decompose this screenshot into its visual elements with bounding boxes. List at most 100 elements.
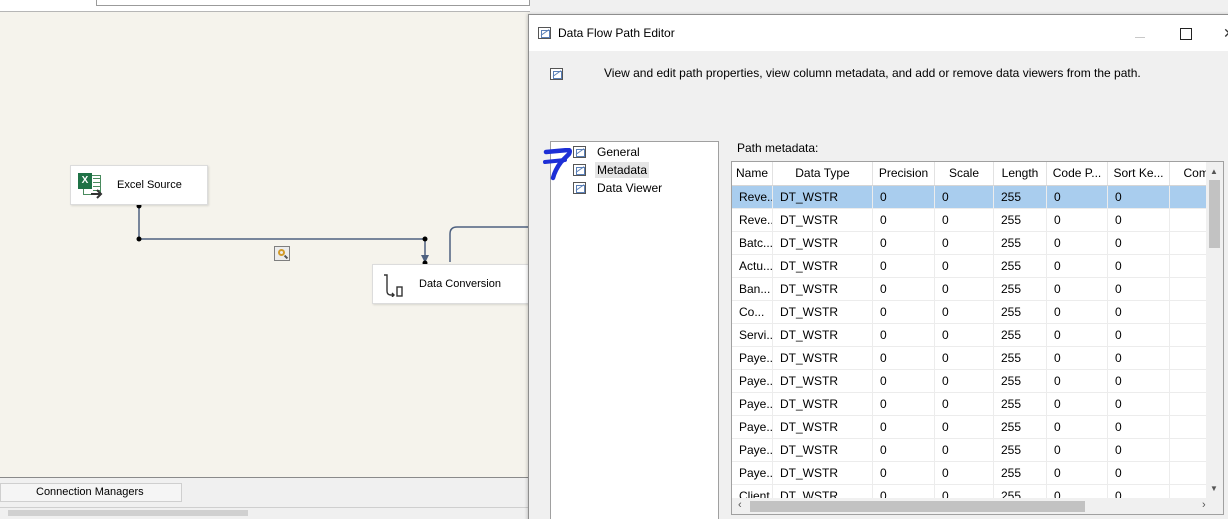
cell-data-type[interactable]: DT_WSTR	[773, 393, 873, 415]
cell-sort-key[interactable]: 0	[1108, 324, 1170, 346]
grid-vertical-scrollbar[interactable]: ▲ ▼	[1206, 162, 1223, 498]
cell-scale[interactable]: 0	[935, 255, 994, 277]
cell-scale[interactable]: 0	[935, 278, 994, 300]
title-bar[interactable]: Data Flow Path Editor ✕	[529, 15, 1228, 51]
cell-length[interactable]: 255	[994, 439, 1047, 461]
cell-sort-key[interactable]: 0	[1108, 255, 1170, 277]
cell-scale[interactable]: 0	[935, 439, 994, 461]
cell-code-page[interactable]: 0	[1047, 416, 1108, 438]
cell-sort-key[interactable]: 0	[1108, 232, 1170, 254]
column-header-precision[interactable]: Precision	[873, 162, 935, 185]
metadata-grid[interactable]: Name Data Type Precision Scale Length Co…	[731, 161, 1224, 515]
table-row[interactable]: Batc... DT_WSTR 0 0 255 0 0	[732, 232, 1223, 255]
cell-scale[interactable]: 0	[935, 209, 994, 231]
table-row[interactable]: Reve...DT_WSTR0025500	[732, 186, 1223, 209]
close-button[interactable]: ✕	[1217, 19, 1228, 47]
table-row[interactable]: Ban... DT_WSTR 0 0 255 0 0	[732, 278, 1223, 301]
designer-scrollbar-thumb[interactable]	[8, 510, 248, 516]
cell-sort-key[interactable]: 0	[1108, 462, 1170, 484]
cell-data-type[interactable]: DT_WSTR	[773, 232, 873, 254]
table-row[interactable]: Paye... DT_WSTR 0 0 255 0 0	[732, 439, 1223, 462]
column-header-scale[interactable]: Scale	[935, 162, 994, 185]
cell-precision[interactable]: 0	[873, 393, 935, 415]
cell-scale[interactable]: 0	[935, 370, 994, 392]
cell-scale[interactable]: 0	[935, 393, 994, 415]
table-row[interactable]: Servi... DT_WSTR 0 0 255 0 0	[732, 324, 1223, 347]
cell-sort-key[interactable]: 0	[1108, 209, 1170, 231]
cell-sort-key[interactable]: 0	[1108, 186, 1170, 208]
cell-code-page[interactable]: 0	[1047, 255, 1108, 277]
horizontal-scroll-thumb[interactable]	[750, 501, 1085, 512]
cell-length[interactable]: 255	[994, 209, 1047, 231]
cell-code-page[interactable]: 0	[1047, 393, 1108, 415]
data-conversion-component[interactable]: Data Conversion	[372, 264, 532, 304]
cell-scale[interactable]: 0	[935, 232, 994, 254]
cell-scale[interactable]: 0	[935, 324, 994, 346]
cell-sort-key[interactable]: 0	[1108, 393, 1170, 415]
cell-data-type[interactable]: DT_WSTR	[773, 324, 873, 346]
cell-precision[interactable]: 0	[873, 186, 935, 208]
cell-name[interactable]: Reve...	[732, 186, 773, 208]
scroll-down-arrow-icon[interactable]: ▼	[1210, 484, 1218, 493]
minimize-button[interactable]	[1125, 19, 1153, 47]
cell-scale[interactable]: 0	[935, 301, 994, 323]
column-header-name[interactable]: Name	[732, 162, 773, 185]
cell-data-type[interactable]: DT_WSTR	[773, 416, 873, 438]
cell-length[interactable]: 255	[994, 232, 1047, 254]
cell-code-page[interactable]: 0	[1047, 439, 1108, 461]
cell-length[interactable]: 255	[994, 347, 1047, 369]
data-flow-designer-canvas[interactable]: X Excel Source Data Conversion	[0, 0, 532, 519]
vertical-scroll-thumb[interactable]	[1209, 180, 1220, 248]
cell-name[interactable]: Reve...	[732, 209, 773, 231]
cell-name[interactable]: Paye...	[732, 462, 773, 484]
cell-data-type[interactable]: DT_WSTR	[773, 209, 873, 231]
cell-code-page[interactable]: 0	[1047, 301, 1108, 323]
cell-code-page[interactable]: 0	[1047, 462, 1108, 484]
nav-item-data-viewer[interactable]: Data Viewer	[573, 180, 664, 196]
cell-scale[interactable]: 0	[935, 186, 994, 208]
cell-length[interactable]: 255	[994, 416, 1047, 438]
cell-scale[interactable]: 0	[935, 347, 994, 369]
column-header-sort-key[interactable]: Sort Ke...	[1108, 162, 1170, 185]
cell-sort-key[interactable]: 0	[1108, 439, 1170, 461]
cell-code-page[interactable]: 0	[1047, 324, 1108, 346]
cell-precision[interactable]: 0	[873, 255, 935, 277]
cell-precision[interactable]: 0	[873, 370, 935, 392]
cell-precision[interactable]: 0	[873, 439, 935, 461]
table-row[interactable]: Paye... DT_WSTR 0 0 255 0 0	[732, 393, 1223, 416]
cell-code-page[interactable]: 0	[1047, 209, 1108, 231]
cell-data-type[interactable]: DT_WSTR	[773, 301, 873, 323]
cell-sort-key[interactable]: 0	[1108, 301, 1170, 323]
cell-code-page[interactable]: 0	[1047, 347, 1108, 369]
cell-precision[interactable]: 0	[873, 301, 935, 323]
nav-item-metadata[interactable]: Metadata	[573, 162, 650, 178]
table-row[interactable]: Paye... DT_WSTR 0 0 255 0 0	[732, 416, 1223, 439]
cell-name[interactable]: Paye...	[732, 393, 773, 415]
cell-data-type[interactable]: DT_WSTR	[773, 278, 873, 300]
cell-data-type[interactable]: DT_WSTR	[773, 370, 873, 392]
table-row[interactable]: Paye... DT_WSTR 0 0 255 0 0	[732, 370, 1223, 393]
nav-item-general[interactable]: General	[573, 144, 642, 160]
cell-length[interactable]: 255	[994, 370, 1047, 392]
cell-precision[interactable]: 0	[873, 209, 935, 231]
cell-precision[interactable]: 0	[873, 278, 935, 300]
cell-sort-key[interactable]: 0	[1108, 370, 1170, 392]
table-row[interactable]: Paye... DT_WSTR 0 0 255 0 0	[732, 462, 1223, 485]
cell-sort-key[interactable]: 0	[1108, 416, 1170, 438]
cell-name[interactable]: Co...	[732, 301, 773, 323]
cell-name[interactable]: Paye...	[732, 416, 773, 438]
grid-horizontal-scrollbar[interactable]: ‹ ›	[732, 498, 1223, 514]
cell-precision[interactable]: 0	[873, 232, 935, 254]
cell-length[interactable]: 255	[994, 324, 1047, 346]
cell-length[interactable]: 255	[994, 186, 1047, 208]
data-viewer-icon[interactable]	[274, 246, 290, 261]
cell-sort-key[interactable]: 0	[1108, 278, 1170, 300]
table-row[interactable]: Actu... DT_WSTR 0 0 255 0 0	[732, 255, 1223, 278]
cell-data-type[interactable]: DT_WSTR	[773, 439, 873, 461]
column-header-length[interactable]: Length	[994, 162, 1047, 185]
cell-data-type[interactable]: DT_WSTR	[773, 347, 873, 369]
cell-code-page[interactable]: 0	[1047, 232, 1108, 254]
cell-name[interactable]: Ban...	[732, 278, 773, 300]
table-row[interactable]: Co... DT_WSTR 0 0 255 0 0	[732, 301, 1223, 324]
cell-name[interactable]: Actu...	[732, 255, 773, 277]
